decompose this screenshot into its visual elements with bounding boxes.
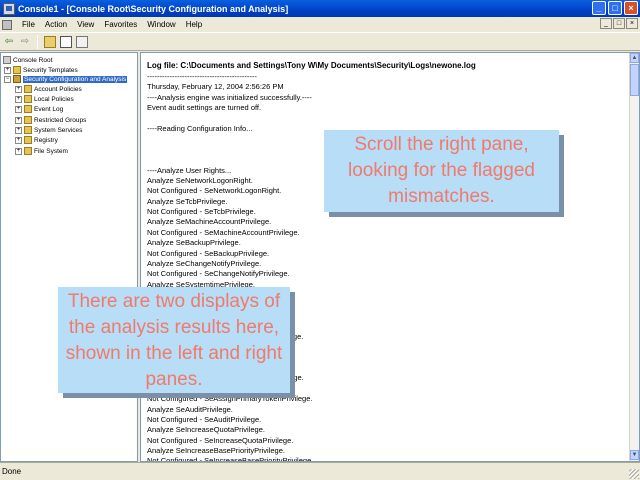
- menu-favorites[interactable]: Favorites: [99, 20, 142, 29]
- child-minimize-button[interactable]: _: [600, 18, 612, 29]
- log-line: Analyze SeMachineAccountPrivilege.: [147, 217, 272, 227]
- tree-item-label: Event Log: [34, 105, 64, 113]
- log-line: Analyze SeAuditPrivilege.: [147, 404, 233, 414]
- window-controls: _ □ ×: [592, 1, 638, 15]
- folder-icon: [24, 147, 32, 155]
- log-view-pane[interactable]: Log file: C:\Documents and Settings\Tony…: [140, 52, 640, 462]
- log-line: Not Configured - SeAssignPrimaryTokenPri…: [147, 394, 313, 404]
- menu-view[interactable]: View: [72, 20, 99, 29]
- child-window-icon[interactable]: [2, 19, 12, 30]
- properties-icon[interactable]: [60, 35, 72, 48]
- tree-item-label: Console Root: [13, 56, 53, 64]
- console-tree-pane[interactable]: Console Root + Security Templates − Secu…: [0, 52, 138, 462]
- log-line: Event audit settings are turned off.: [147, 103, 262, 113]
- log-line: Analyze SeIncreaseQuotaPrivilege.: [147, 425, 265, 435]
- callout-two-displays: There are two displays of the analysis r…: [58, 287, 290, 393]
- scrollbar-thumb[interactable]: [630, 64, 639, 96]
- folder-icon: [24, 126, 32, 134]
- toolbar-separator: [37, 34, 38, 49]
- folder-icon: [24, 85, 32, 93]
- log-line: ----Analysis engine was initialized succ…: [147, 92, 312, 102]
- folder-icon: [24, 105, 32, 113]
- tree-item-local-policies[interactable]: + Local Policies: [15, 94, 74, 104]
- tree-item-label: Security Configuration and Analysis: [23, 75, 128, 83]
- export-list-icon[interactable]: [76, 35, 88, 48]
- tree-item-console-root[interactable]: Console Root: [3, 55, 52, 65]
- tree-expand-icon[interactable]: +: [15, 116, 22, 124]
- menu-bar: File Action View Favorites Window Help _…: [0, 17, 640, 32]
- folder-icon: [24, 95, 32, 103]
- scroll-up-arrow-icon[interactable]: ▲: [630, 53, 639, 63]
- vertical-scrollbar[interactable]: ▲ ▼: [629, 53, 639, 461]
- callout-scroll-right-pane: Scroll the right pane, looking for the f…: [324, 130, 559, 212]
- log-line: Analyze SeIncreaseBasePriorityPrivilege.: [147, 446, 285, 456]
- menu-file[interactable]: File: [17, 20, 40, 29]
- log-line: Analyze SeBackupPrivilege.: [147, 238, 241, 248]
- log-line: ----------------------------------------…: [147, 72, 257, 81]
- log-line: Not Configured - SeIncreaseQuotaPrivileg…: [147, 435, 294, 445]
- up-folder-icon[interactable]: [44, 35, 56, 48]
- tree-item-label: Restricted Groups: [34, 116, 87, 124]
- tree-item-event-log[interactable]: + Event Log: [15, 104, 63, 114]
- tree-item-account-policies[interactable]: + Account Policies: [15, 84, 82, 94]
- back-arrow-icon[interactable]: ⇦: [3, 36, 15, 48]
- scroll-down-arrow-icon[interactable]: ▼: [630, 450, 639, 460]
- tree-item-registry[interactable]: + Registry: [15, 135, 58, 145]
- log-line: Not Configured - SeBackupPrivilege.: [147, 248, 270, 258]
- resize-grip-icon[interactable]: [629, 469, 639, 479]
- tree-item-system-services[interactable]: + System Services: [15, 125, 82, 135]
- tree-item-security-config-analysis[interactable]: − Security Configuration and Analysis: [4, 74, 128, 84]
- tree-item-restricted-groups[interactable]: + Restricted Groups: [15, 115, 86, 125]
- menu-help[interactable]: Help: [181, 20, 207, 29]
- console-root-icon: [3, 56, 11, 64]
- title-bar[interactable]: Console1 - [Console Root\Security Config…: [0, 0, 640, 17]
- tree-expand-icon[interactable]: +: [15, 105, 22, 113]
- menu-action[interactable]: Action: [40, 20, 72, 29]
- tree-item-label: Registry: [34, 136, 58, 144]
- log-line: Not Configured - SeAuditPrivilege.: [147, 414, 262, 424]
- tree-expand-icon[interactable]: +: [15, 147, 22, 155]
- tree-expand-icon[interactable]: +: [15, 85, 22, 93]
- tree-collapse-icon[interactable]: −: [4, 75, 11, 83]
- log-line: Thursday, February 12, 2004 2:56:26 PM: [147, 82, 284, 92]
- folder-icon: [13, 66, 21, 74]
- status-text: Done: [2, 467, 22, 476]
- folder-icon: [24, 116, 32, 124]
- tree-expand-icon[interactable]: +: [15, 126, 22, 134]
- mmc-app-icon[interactable]: [3, 2, 15, 15]
- child-close-button[interactable]: ×: [626, 18, 638, 29]
- log-line: Not Configured - SeMachineAccountPrivile…: [147, 227, 300, 237]
- tree-item-label: Security Templates: [23, 66, 78, 74]
- status-bar: Done: [0, 462, 640, 480]
- tree-expand-icon[interactable]: +: [15, 95, 22, 103]
- log-line: Analyze SeChangeNotifyPrivilege.: [147, 259, 262, 269]
- log-line: Not Configured - SeChangeNotifyPrivilege…: [147, 269, 290, 279]
- toolbar: ⇦ ⇨: [0, 32, 640, 51]
- tree-item-label: Account Policies: [34, 85, 82, 93]
- maximize-button[interactable]: □: [608, 1, 622, 15]
- log-file-header: Log file: C:\Documents and Settings\Tony…: [147, 61, 476, 70]
- child-restore-button[interactable]: □: [613, 18, 625, 29]
- menu-window[interactable]: Window: [142, 20, 180, 29]
- folder-icon: [24, 136, 32, 144]
- tree-expand-icon[interactable]: +: [15, 136, 22, 144]
- minimize-button[interactable]: _: [592, 1, 606, 15]
- close-button[interactable]: ×: [624, 1, 638, 15]
- child-window-controls: _ □ ×: [600, 18, 638, 29]
- tree-item-label: System Services: [34, 126, 83, 134]
- analysis-snapin-icon: [13, 75, 21, 83]
- tree-item-label: File System: [34, 147, 68, 155]
- tree-item-file-system[interactable]: + File System: [15, 146, 68, 156]
- window-title: Console1 - [Console Root\Security Config…: [18, 3, 289, 14]
- tree-item-label: Local Policies: [34, 95, 74, 103]
- forward-arrow-icon[interactable]: ⇨: [19, 36, 31, 48]
- tree-expand-icon[interactable]: +: [4, 66, 11, 74]
